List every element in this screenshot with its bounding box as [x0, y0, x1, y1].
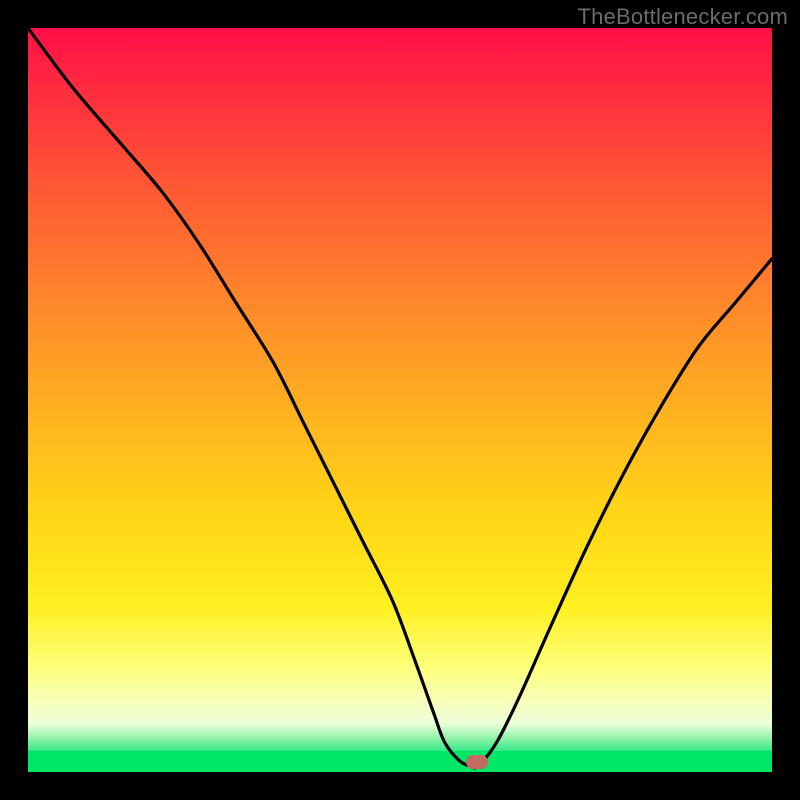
watermark-text: TheBottlenecker.com [578, 4, 788, 30]
chart-frame: TheBottlenecker.com [0, 0, 800, 800]
minimum-marker [466, 755, 488, 769]
bottleneck-curve [28, 28, 772, 772]
plot-area [28, 28, 772, 772]
